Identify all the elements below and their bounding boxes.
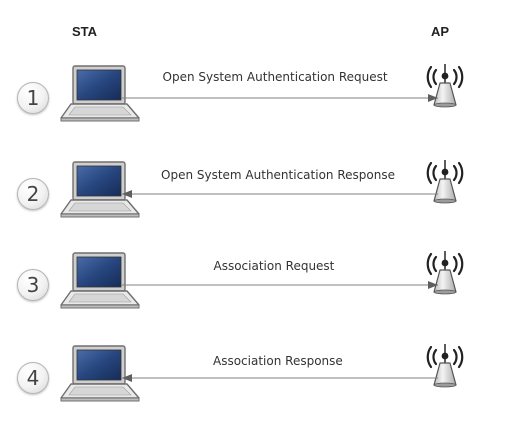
step-number-4: 4: [17, 362, 49, 394]
step-number-1: 1: [17, 82, 49, 114]
access-point-icon: [426, 249, 464, 295]
sta-laptop-icon: [60, 161, 140, 218]
sta-laptop-icon: [60, 65, 140, 122]
message-label-2: Open System Authentication Response: [161, 168, 395, 182]
step-number-text: 1: [26, 86, 40, 110]
access-point-icon: [426, 62, 464, 108]
step-number-text: 2: [26, 182, 40, 206]
message-label-1: Open System Authentication Request: [162, 70, 388, 84]
sta-laptop-icon: [60, 345, 140, 402]
step-number-3: 3: [17, 269, 49, 301]
access-point-icon: [426, 342, 464, 388]
message-label-4: Association Response: [213, 354, 343, 368]
access-point-icon: [426, 158, 464, 204]
step-number-text: 4: [26, 366, 40, 390]
step-number-2: 2: [17, 178, 49, 210]
handshake-diagram: [60, 62, 464, 402]
step-number-text: 3: [26, 273, 40, 297]
message-label-3: Association Request: [213, 259, 335, 273]
sta-laptop-icon: [60, 252, 140, 309]
